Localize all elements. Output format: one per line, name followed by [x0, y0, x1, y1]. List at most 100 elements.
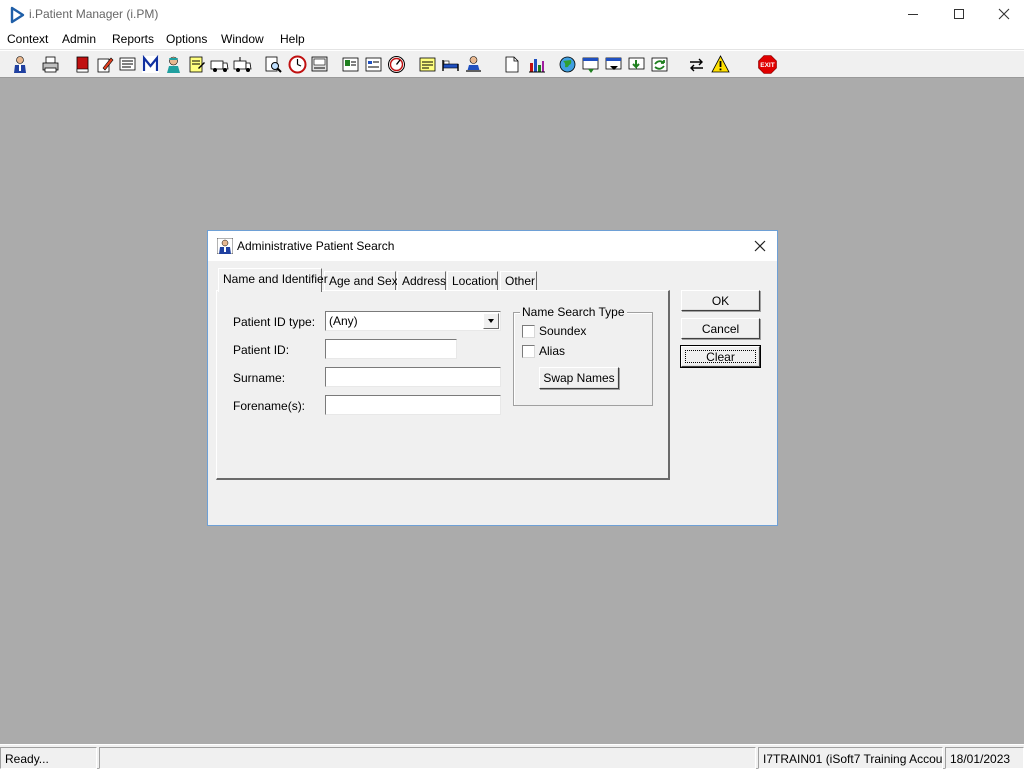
exit-icon: EXIT: [758, 55, 777, 74]
printer-icon: [42, 56, 59, 73]
toolbar-button-nurse[interactable]: [163, 54, 184, 75]
toolbar-button-ambulance-2[interactable]: [232, 54, 253, 75]
toolbar: EXIT: [0, 50, 1024, 78]
globe-icon: [559, 56, 576, 73]
toolbar-button-clock[interactable]: [287, 54, 308, 75]
maximize-button[interactable]: [936, 0, 982, 30]
notepad-icon: [189, 56, 205, 73]
menu-context[interactable]: Context: [7, 32, 48, 46]
cancel-button[interactable]: Cancel: [681, 318, 760, 339]
menu-reports[interactable]: Reports: [112, 32, 154, 46]
tab-other[interactable]: Other: [500, 271, 537, 291]
gauge-icon: [388, 56, 405, 73]
maximize-icon: [954, 9, 964, 19]
document-search-icon: [265, 56, 282, 73]
tab-address[interactable]: Address: [397, 271, 446, 291]
status-date: 18/01/2023: [945, 747, 1024, 769]
patient-id-type-dropdown-button[interactable]: [483, 313, 499, 329]
toolbar-button-id-card[interactable]: [340, 54, 361, 75]
close-window-button[interactable]: [981, 0, 1024, 30]
window-arrow-icon: [605, 57, 622, 70]
swap-names-button[interactable]: Swap Names: [539, 367, 619, 389]
toolbar-button-person[interactable]: [10, 54, 31, 75]
status-account: I7TRAIN01 (iSoft7 Training Account): [758, 747, 943, 769]
window-title: i.Patient Manager (i.PM): [29, 7, 159, 21]
toolbar-button-notes[interactable]: [417, 54, 438, 75]
patient-search-dialog: Administrative Patient Search Name and I…: [207, 230, 778, 526]
page-icon: [505, 56, 519, 73]
exit-label: EXIT: [760, 62, 774, 69]
soundex-label: Soundex: [539, 324, 587, 338]
chevron-down-icon: [488, 319, 494, 323]
minimize-button[interactable]: [890, 0, 936, 30]
menu-admin[interactable]: Admin: [62, 32, 96, 46]
toolbar-button-search-document[interactable]: [263, 54, 284, 75]
toolbar-button-ambulance[interactable]: [209, 54, 230, 75]
toolbar-button-book[interactable]: [72, 54, 93, 75]
toolbar-button-screen[interactable]: [309, 54, 330, 75]
soundex-checkbox[interactable]: [522, 325, 535, 338]
dialog-title: Administrative Patient Search: [237, 239, 395, 253]
alias-label: Alias: [539, 344, 566, 358]
close-icon[interactable]: [751, 237, 769, 255]
form-icon: [365, 57, 382, 72]
toolbar-button-green-arrow[interactable]: [626, 54, 647, 75]
dialog-title-bar: Administrative Patient Search: [208, 231, 777, 261]
transfer-arrows-icon: [690, 58, 703, 72]
forenames-label: Forename(s):: [233, 399, 306, 413]
toolbar-button-globe[interactable]: [557, 54, 578, 75]
tab-location[interactable]: Location: [447, 271, 498, 291]
minimize-icon: [908, 14, 918, 15]
surname-label: Surname:: [233, 371, 286, 385]
toolbar-button-exit[interactable]: EXIT: [757, 54, 778, 75]
bed-icon: [442, 60, 459, 71]
toolbar-button-warning[interactable]: [710, 54, 731, 75]
id-card-icon: [342, 57, 359, 72]
patient-icon: [466, 56, 481, 72]
toolbar-button-m[interactable]: [140, 54, 161, 75]
menu-options[interactable]: Options: [166, 32, 207, 46]
menu-help[interactable]: Help: [280, 32, 305, 46]
toolbar-button-edit[interactable]: [94, 54, 115, 75]
notes-icon: [419, 57, 436, 72]
toolbar-button-monitor-list[interactable]: [117, 54, 138, 75]
forenames-input[interactable]: [325, 395, 501, 415]
tab-age-and-sex[interactable]: Age and Sex: [324, 271, 398, 291]
ok-button[interactable]: OK: [681, 290, 760, 311]
screen-icon: [311, 56, 328, 72]
bar-chart-icon: [529, 59, 545, 73]
ambulance-2-icon: [233, 57, 252, 72]
toolbar-button-window-check[interactable]: [580, 54, 601, 75]
person-icon: [217, 238, 233, 254]
status-message: Ready...: [0, 747, 97, 769]
alias-checkbox[interactable]: [522, 345, 535, 358]
status-spacer: [99, 747, 756, 769]
toolbar-button-form[interactable]: [363, 54, 384, 75]
monitor-list-icon: [119, 57, 136, 71]
window-check-icon: [582, 57, 599, 73]
toolbar-button-bed[interactable]: [440, 54, 461, 75]
nurse-icon: [167, 56, 180, 73]
focus-rectangle: [685, 350, 756, 363]
red-book-icon: [76, 56, 89, 73]
menu-window[interactable]: Window: [221, 32, 264, 46]
toolbar-button-transfer[interactable]: [686, 54, 707, 75]
menu-bar: Context Admin Reports Options Window Hel…: [0, 30, 1024, 50]
clear-button[interactable]: Clear: [680, 345, 761, 368]
patient-id-input[interactable]: [325, 339, 457, 359]
tab-name-and-identifier[interactable]: Name and Identifier: [218, 268, 328, 292]
name-search-type-legend: Name Search Type: [520, 305, 627, 319]
patient-id-type-select[interactable]: (Any): [325, 311, 501, 331]
toolbar-button-page[interactable]: [501, 54, 522, 75]
patient-id-label: Patient ID:: [233, 343, 290, 357]
toolbar-button-chart[interactable]: [526, 54, 547, 75]
surname-input[interactable]: [325, 367, 501, 387]
toolbar-button-window-arrow[interactable]: [603, 54, 624, 75]
toolbar-button-green-refresh[interactable]: [649, 54, 670, 75]
toolbar-button-gauge[interactable]: [386, 54, 407, 75]
toolbar-button-print[interactable]: [40, 54, 61, 75]
toolbar-button-notepad[interactable]: [186, 54, 207, 75]
letter-m-icon: [142, 54, 159, 73]
toolbar-button-patient[interactable]: [463, 54, 484, 75]
edit-document-icon: [97, 57, 114, 73]
